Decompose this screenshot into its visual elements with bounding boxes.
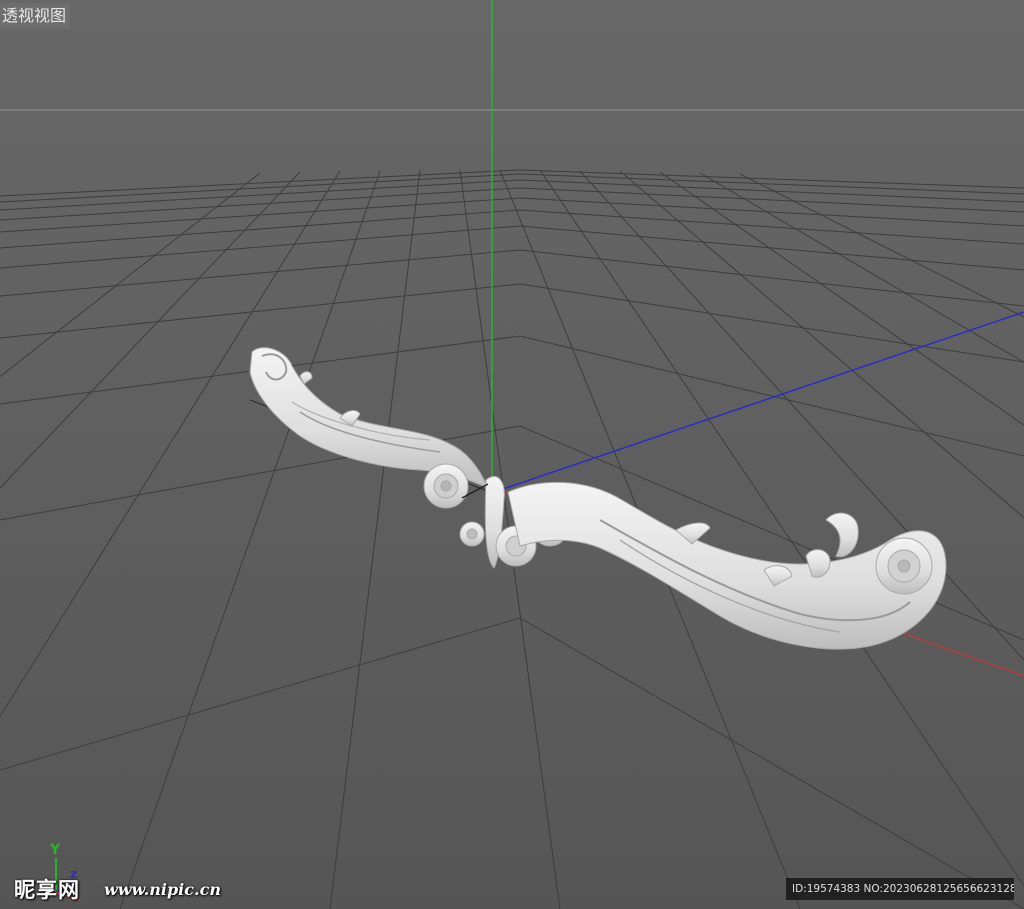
watermark-site: www.nipic.cn	[104, 880, 221, 899]
axis-widget-y-label: Y	[49, 842, 61, 858]
view-name-label[interactable]: 透视视图	[0, 3, 71, 29]
viewport-scene[interactable]	[0, 0, 1024, 909]
perspective-viewport[interactable]: 透视视图 Y Z 昵享网 www.nipic.cn ID:19574383 NO…	[0, 0, 1024, 909]
watermark-logo: 昵享网	[14, 878, 80, 902]
image-id-badge: ID:19574383 NO:20230628125656623128	[786, 878, 1014, 900]
